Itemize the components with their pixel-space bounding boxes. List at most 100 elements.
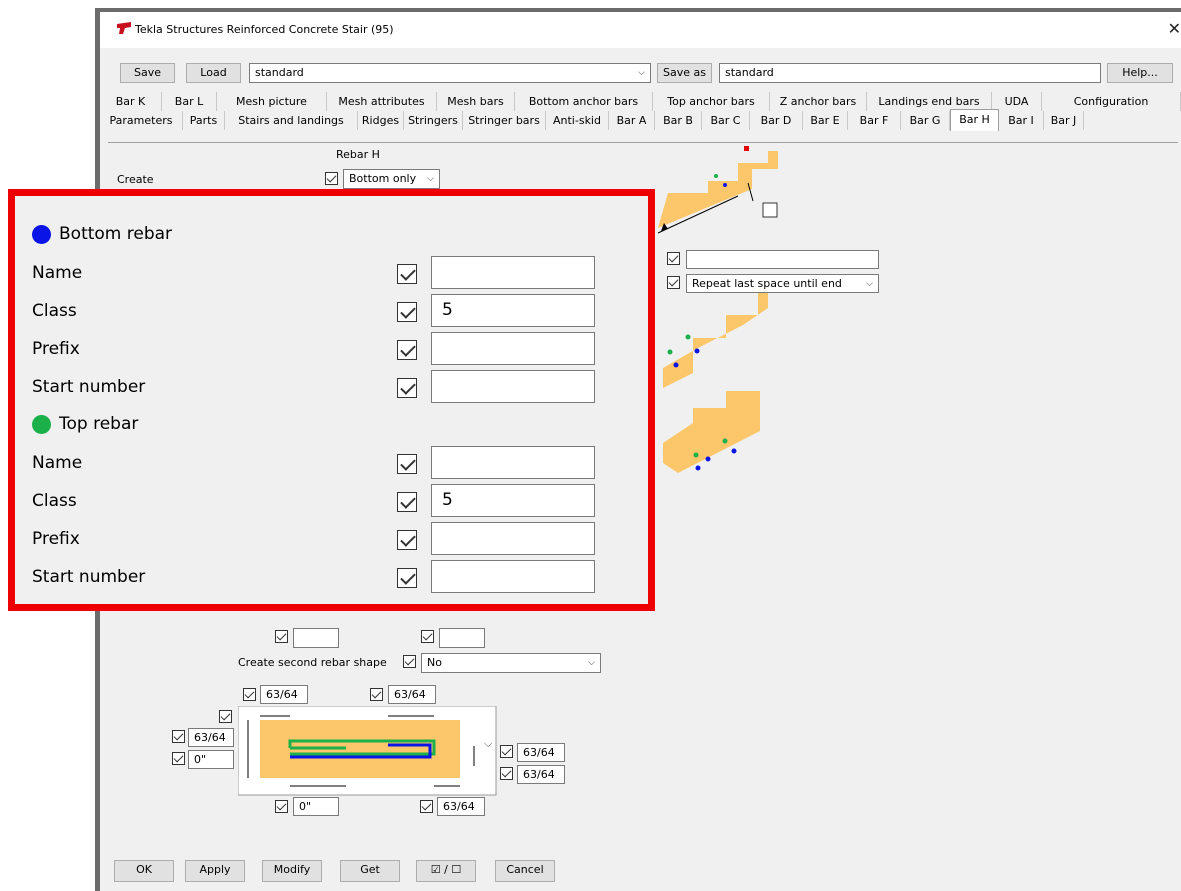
tab-z-anchor-bars[interactable]: Z anchor bars [770, 92, 867, 111]
second-shape-select[interactable]: No ⌵ [421, 653, 601, 673]
tab-ridges[interactable]: Ridges [358, 111, 404, 130]
dim-checkbox-top-left[interactable] [243, 688, 256, 701]
save-button[interactable]: Save [120, 63, 175, 83]
bottom-prefix-input[interactable] [431, 332, 595, 365]
tab-bar-j[interactable]: Bar J [1044, 111, 1084, 130]
tab-bar-i[interactable]: Bar I [999, 111, 1044, 130]
create-select[interactable]: Bottom only ⌵ [343, 169, 440, 189]
top-prefix-checkbox[interactable] [397, 530, 417, 550]
tab-anti-skid[interactable]: Anti-skid [546, 111, 609, 130]
bottom-rebar-header: Bottom rebar [32, 224, 172, 244]
tab-parts[interactable]: Parts [183, 111, 225, 130]
get-button[interactable]: Get [340, 860, 400, 882]
chevron-down-icon: ⌵ [866, 279, 873, 289]
spacing-select-value: Repeat last space until end [692, 277, 842, 290]
dim-checkbox-bottom-left[interactable] [275, 800, 288, 813]
dim-input-bottom-right[interactable]: 63/64 [437, 797, 485, 816]
tab-bar-g[interactable]: Bar G [901, 111, 950, 130]
tab-stringers[interactable]: Stringers [404, 111, 463, 130]
tab-bar-l[interactable]: Bar L [162, 92, 217, 111]
tab-stringer-bars[interactable]: Stringer bars [463, 111, 546, 130]
tab-bottom-anchor-bars[interactable]: Bottom anchor bars [515, 92, 653, 111]
apply-button[interactable]: Apply [185, 860, 245, 882]
create-label: Create [117, 173, 154, 186]
green-dot-icon [32, 414, 51, 434]
second-shape-checkbox[interactable] [403, 655, 416, 668]
lower-checkbox-1[interactable] [275, 630, 288, 643]
dim-input-bottom-left[interactable]: 0" [293, 797, 339, 816]
lower-input-2[interactable] [439, 628, 485, 648]
bottom-name-checkbox[interactable] [397, 264, 417, 284]
top-prefix-label: Prefix [32, 529, 80, 549]
top-start-number-checkbox[interactable] [397, 568, 417, 588]
tab-bar-d[interactable]: Bar D [750, 111, 803, 130]
bottom-prefix-checkbox[interactable] [397, 340, 417, 360]
bottom-name-input[interactable] [431, 256, 595, 289]
tab-bar-h[interactable]: Bar H [950, 109, 999, 131]
bottom-start-number-checkbox[interactable] [397, 378, 417, 398]
save-as-input[interactable]: standard [719, 63, 1101, 83]
chevron-down-icon: ⌵ [638, 68, 645, 78]
dim-input-left-upper[interactable]: 63/64 [188, 728, 234, 747]
dim-input-left-lower[interactable]: 0" [188, 750, 234, 769]
second-shape-select-value: No [427, 656, 442, 669]
top-start-number-input[interactable] [431, 560, 595, 593]
dim-input-top-right[interactable]: 63/64 [388, 685, 436, 704]
tab-mesh-attributes[interactable]: Mesh attributes [327, 92, 437, 111]
tab-mesh-picture[interactable]: Mesh picture [217, 92, 327, 111]
dim-checkbox-top-right[interactable] [370, 688, 383, 701]
tab-top-anchor-bars[interactable]: Top anchor bars [653, 92, 770, 111]
dim-checkbox-bottom-right[interactable] [420, 800, 433, 813]
rebar-shape-diagram [238, 706, 497, 796]
dim-input-right-lower[interactable]: 63/64 [517, 765, 565, 784]
load-button[interactable]: Load [186, 63, 241, 83]
tab-bar-e[interactable]: Bar E [803, 111, 848, 130]
bottom-class-input[interactable]: 5 [431, 294, 595, 327]
tab-configuration[interactable]: Configuration [1042, 92, 1181, 111]
dim-checkbox-right-lower[interactable] [500, 767, 513, 780]
bottom-name-label: Name [32, 263, 83, 283]
tab-bar-c[interactable]: Bar C [702, 111, 750, 130]
lower-checkbox-2[interactable] [421, 630, 434, 643]
bottom-class-checkbox[interactable] [397, 302, 417, 322]
tab-mesh-bars[interactable]: Mesh bars [437, 92, 515, 111]
spacing-checkbox-2[interactable] [667, 276, 680, 289]
preset-select[interactable]: standard ⌵ [249, 63, 651, 83]
dim-checkbox-left-lower[interactable] [172, 752, 185, 765]
help-button[interactable]: Help... [1107, 63, 1173, 83]
stair-picture-upper [657, 146, 778, 473]
top-name-checkbox[interactable] [397, 454, 417, 474]
tab-uda[interactable]: UDA [992, 92, 1042, 111]
bottom-start-number-input[interactable] [431, 370, 595, 403]
tab-bar-a[interactable]: Bar A [609, 111, 655, 130]
spacing-select[interactable]: Repeat last space until end ⌵ [686, 274, 879, 293]
ok-button[interactable]: OK [114, 860, 174, 882]
top-class-input[interactable]: 5 [431, 484, 595, 517]
chevron-down-icon: ⌵ [427, 174, 434, 184]
tab-parameters[interactable]: Parameters [100, 111, 183, 130]
chevron-down-icon: ⌵ [484, 737, 493, 750]
rebar-h-label: Rebar H [336, 148, 380, 161]
top-name-input[interactable] [431, 446, 595, 479]
close-icon[interactable]: ✕ [1168, 19, 1181, 38]
tab-bar-f[interactable]: Bar F [848, 111, 901, 130]
modify-button[interactable]: Modify [262, 860, 322, 882]
tab-bar-k[interactable]: Bar K [100, 92, 162, 111]
save-as-button[interactable]: Save as [657, 63, 712, 83]
toggle-all-button[interactable]: ☑ / ☐ [416, 860, 476, 882]
spacing-input[interactable] [686, 250, 879, 269]
dim-input-top-left[interactable]: 63/64 [260, 685, 308, 704]
top-class-checkbox[interactable] [397, 492, 417, 512]
tab-stairs-and-landings[interactable]: Stairs and landings [225, 111, 358, 130]
dim-checkbox-left-upper[interactable] [172, 730, 185, 743]
spacing-checkbox-1[interactable] [667, 252, 680, 265]
dim-checkbox-right-upper[interactable] [500, 745, 513, 758]
dim-checkbox-corner[interactable] [219, 710, 232, 723]
top-prefix-input[interactable] [431, 522, 595, 555]
cancel-button[interactable]: Cancel [495, 860, 555, 882]
dim-input-right-upper[interactable]: 63/64 [517, 743, 565, 762]
tab-bar-b[interactable]: Bar B [655, 111, 702, 130]
lower-input-1[interactable] [293, 628, 339, 648]
create-checkbox[interactable] [325, 172, 338, 185]
bottom-start-number-label: Start number [32, 377, 146, 397]
